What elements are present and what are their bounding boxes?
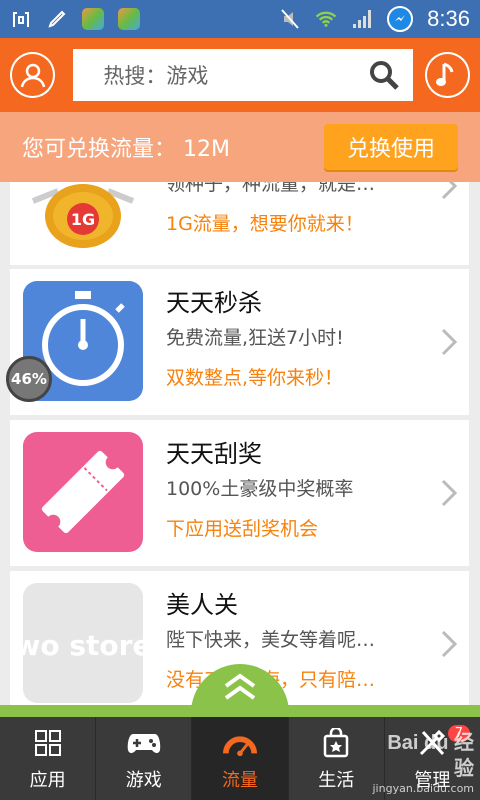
list-item[interactable]: 天天秒杀 免费流量,狂送7小时! 双数整点,等你来秒！ [10,269,469,415]
exchange-button[interactable]: 兑换使用 [324,124,458,170]
watermark-url: jingyan.baidu.com [372,781,475,795]
card-promo: 双数整点,等你来秒！ [166,367,344,389]
app-notification-icon [118,8,140,30]
ticket-icon [23,432,143,552]
tab-label: 游戏 [125,769,162,791]
wifi-icon [315,8,337,30]
exchange-bar: 您可兑换流量： 12M 兑换使用 [0,112,480,182]
card-desc: 陛下快来，美女等着呢… [166,629,376,651]
profile-button[interactable] [10,52,56,98]
card-promo: 下应用送刮奖机会 [166,518,319,540]
chevron-right-icon [441,328,458,356]
money-bag-icon: 1G [23,182,143,251]
list-item[interactable]: 1G 领种子，种流量，就是… 1G流量，想要你就来！ [10,182,469,265]
tab-bar: 应用 游戏 流量 生活 管理 7 Bai du 经验 jingyan.baidu… [0,717,480,800]
music-note-icon [436,62,454,86]
card-desc: 领种子，种流量，就是… [166,182,376,195]
exchange-amount-text: 您可兑换流量： 12M [22,137,230,162]
chevron-right-icon [441,630,458,658]
mute-icon [279,8,301,30]
tab-manage[interactable]: 管理 7 Bai du 经验 jingyan.baidu.com [373,717,480,800]
card-title: 美人关 [166,591,238,619]
grid-icon [31,726,65,760]
tab-life[interactable]: 生活 [289,717,385,800]
clock: 8:36 [427,6,470,31]
watermark: Bai du 经验 jingyan.baidu.com [373,730,475,796]
pen-icon [46,8,68,30]
search-input[interactable]: 热搜：游戏 [73,49,413,101]
floating-percent-badge[interactable]: 46% [6,356,52,402]
card-desc: 100%土豪级中奖概率 [166,478,354,500]
list-item[interactable]: 天天刮奖 100%土豪级中奖概率 下应用送刮奖机会 [10,420,469,566]
user-icon [20,63,45,88]
card-desc: 免费流量,狂送7小时! [166,327,344,349]
money-bag-label: 1G [71,210,95,229]
wostore-logo-text: wo store [23,629,143,662]
music-button[interactable] [424,52,470,98]
tab-label: 应用 [29,769,66,791]
tab-apps[interactable]: 应用 [0,717,97,800]
status-bar: 8:36 [0,0,480,38]
card-title: 天天秒杀 [166,289,262,317]
card-promo: 1G流量，想要你就来！ [166,213,364,235]
app-notification-icon [82,8,104,30]
chevron-right-icon [441,479,458,507]
tab-traffic[interactable]: 流量 [192,717,289,800]
promo-list: 1G 领种子，种流量，就是… 1G流量，想要你就来！ 天天秒杀 免费流量,狂送7… [10,182,469,714]
tab-games[interactable]: 游戏 [96,717,193,800]
signal-icon [351,8,373,30]
double-chevron-up-icon [224,673,256,700]
messenger-icon [387,6,414,32]
bag-icon [319,726,353,760]
gauge-icon [223,726,257,760]
gamepad-icon [127,726,161,760]
chevron-right-icon [441,182,458,200]
header: 热搜：游戏 [0,38,480,112]
search-placeholder: 热搜：游戏 [103,64,209,88]
card-title: 天天刮奖 [166,440,262,468]
tab-label: 流量 [222,769,258,791]
search-icon[interactable] [367,58,401,92]
usb-debug-icon [10,8,32,30]
tab-label: 生活 [318,769,355,791]
wostore-placeholder-icon: wo store [23,583,143,703]
watermark-brand: Bai du 经验 [387,731,475,780]
